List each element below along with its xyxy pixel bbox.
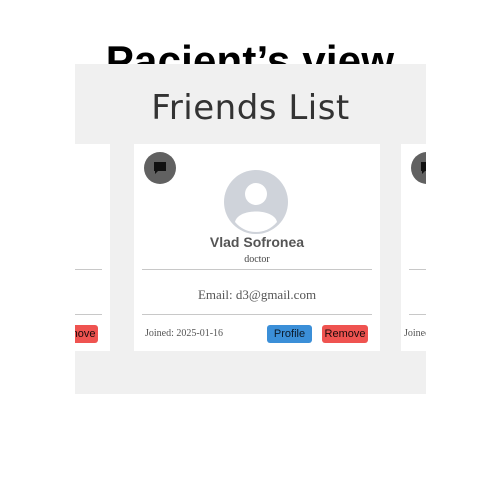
friend-card-right: Joined: 2025-01-16 xyxy=(401,144,426,351)
divider xyxy=(142,269,372,270)
joined-date: Joined: 2025-01-16 xyxy=(145,328,224,339)
profile-button[interactable]: Profile xyxy=(267,325,312,343)
user-avatar-icon xyxy=(224,170,288,234)
friend-name: Vlad Sofronea xyxy=(209,234,305,250)
remove-button[interactable]: Remove xyxy=(322,325,368,343)
friend-role: doctor xyxy=(244,254,270,265)
divider xyxy=(142,314,372,315)
friends-list-panel: Friends List Remove Vlad Sofronea doctor… xyxy=(75,64,426,394)
divider xyxy=(409,314,426,315)
friend-card: Vlad Sofronea doctor Email: d3@gmail.com… xyxy=(134,144,380,351)
chat-button[interactable] xyxy=(144,152,176,184)
friend-card-left: Remove xyxy=(75,144,110,351)
divider xyxy=(409,269,426,270)
chat-button[interactable] xyxy=(411,152,426,184)
remove-button[interactable]: Remove xyxy=(75,325,98,343)
divider xyxy=(75,269,102,270)
chat-bubble-icon xyxy=(421,162,426,174)
friend-email: Email: d3@gmail.com xyxy=(197,287,317,302)
page-title: Friends List xyxy=(151,88,350,128)
chat-bubble-icon xyxy=(154,162,166,174)
divider xyxy=(75,314,102,315)
joined-date: Joined: 2025-01-16 xyxy=(404,328,426,339)
